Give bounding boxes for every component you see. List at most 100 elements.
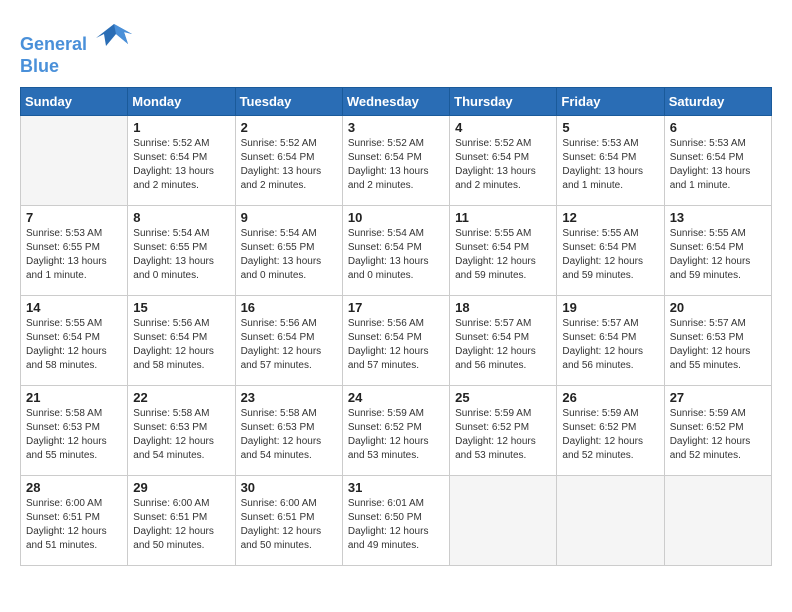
logo-general: General: [20, 34, 87, 54]
daylight-text: Daylight: 12 hours and 52 minutes.: [562, 435, 658, 463]
day-number: 13: [670, 210, 766, 225]
calendar-cell: 31Sunrise: 6:01 AMSunset: 6:50 PMDayligh…: [342, 476, 449, 566]
sunset-text: Sunset: 6:54 PM: [241, 331, 337, 345]
calendar-cell: 12 Sunrise: 5:55 AMSunset: 6:54 PMDayligh…: [557, 206, 664, 296]
daylight-text: Daylight: 12 hours and 54 minutes.: [133, 435, 229, 463]
sunset-text: Sunset: 6:54 PM: [455, 151, 551, 165]
sunset-text: Sunset: 6:55 PM: [241, 241, 337, 255]
sunrise-text: Sunrise: 5:58 AM: [133, 407, 229, 421]
day-number: 28: [26, 480, 122, 495]
day-number: 11: [455, 210, 551, 225]
day-number: 17: [348, 300, 444, 315]
sunrise-text: Sunrise: 5:59 AM: [670, 407, 766, 421]
sunrise-text: Sunrise: 5:59 AM: [455, 407, 551, 421]
week-row-1: 1Sunrise: 5:52 AMSunset: 6:54 PMDaylight…: [21, 116, 772, 206]
daylight-text: Daylight: 13 hours and 2 minutes.: [133, 165, 229, 193]
sunset-text: Sunset: 6:54 PM: [670, 151, 766, 165]
day-info: Sunrise: 5:56 AMSunset: 6:54 PMDaylight:…: [133, 317, 229, 373]
sunset-text: Sunset: 6:53 PM: [241, 421, 337, 435]
sunrise-text: Sunrise: 5:56 AM: [133, 317, 229, 331]
sunset-text: Sunset: 6:54 PM: [670, 241, 766, 255]
sunrise-text: Sunrise: 5:54 AM: [348, 227, 444, 241]
day-info: Sunrise: 5:56 AMSunset: 6:54 PMDaylight:…: [348, 317, 444, 373]
weekday-header-sunday: Sunday: [21, 88, 128, 116]
day-number: 24: [348, 390, 444, 405]
day-info: Sunrise: 5:58 AMSunset: 6:53 PMDaylight:…: [133, 407, 229, 463]
day-number: 20: [670, 300, 766, 315]
sunrise-text: Sunrise: 5:52 AM: [133, 137, 229, 151]
day-info: Sunrise: 5:53 AMSunset: 6:55 PMDaylight:…: [26, 227, 122, 283]
sunset-text: Sunset: 6:54 PM: [348, 331, 444, 345]
sunset-text: Sunset: 6:54 PM: [562, 151, 658, 165]
week-row-3: 14Sunrise: 5:55 AMSunset: 6:54 PMDayligh…: [21, 296, 772, 386]
sunrise-text: Sunrise: 5:55 AM: [455, 227, 551, 241]
daylight-text: Daylight: 12 hours and 57 minutes.: [241, 345, 337, 373]
day-info: Sunrise: 5:53 AMSunset: 6:54 PMDaylight:…: [562, 137, 658, 193]
day-info: Sunrise: 5:54 AMSunset: 6:55 PMDaylight:…: [241, 227, 337, 283]
day-info: Sunrise: 6:00 AMSunset: 6:51 PMDaylight:…: [241, 497, 337, 553]
calendar-cell: 29Sunrise: 6:00 AMSunset: 6:51 PMDayligh…: [128, 476, 235, 566]
day-info: Sunrise: 5:58 AMSunset: 6:53 PMDaylight:…: [26, 407, 122, 463]
calendar-cell: 20 Sunrise: 5:57 AMSunset: 6:53 PMDayligh…: [664, 296, 771, 386]
day-info: Sunrise: 5:57 AMSunset: 6:54 PMDaylight:…: [455, 317, 551, 373]
sunset-text: Sunset: 6:54 PM: [241, 151, 337, 165]
sunset-text: Sunset: 6:51 PM: [26, 511, 122, 525]
calendar-cell: 18Sunrise: 5:57 AMSunset: 6:54 PMDayligh…: [450, 296, 557, 386]
day-number: 26: [562, 390, 658, 405]
calendar-cell: 15 Sunrise: 5:56 AMSunset: 6:54 PMDayligh…: [128, 296, 235, 386]
calendar-cell: 22Sunrise: 5:58 AMSunset: 6:53 PMDayligh…: [128, 386, 235, 476]
day-info: Sunrise: 5:59 AMSunset: 6:52 PMDaylight:…: [562, 407, 658, 463]
day-info: Sunrise: 5:52 AMSunset: 6:54 PMDaylight:…: [348, 137, 444, 193]
calendar-cell: 7Sunrise: 5:53 AMSunset: 6:55 PMDaylight…: [21, 206, 128, 296]
daylight-text: Daylight: 13 hours and 0 minutes.: [133, 255, 229, 283]
daylight-text: Daylight: 12 hours and 56 minutes.: [562, 345, 658, 373]
day-info: Sunrise: 5:55 AMSunset: 6:54 PMDaylight:…: [26, 317, 122, 373]
weekday-header-friday: Friday: [557, 88, 664, 116]
day-info: Sunrise: 5:57 AMSunset: 6:54 PMDaylight:…: [562, 317, 658, 373]
sunrise-text: Sunrise: 6:00 AM: [133, 497, 229, 511]
sunrise-text: Sunrise: 5:55 AM: [26, 317, 122, 331]
sunrise-text: Sunrise: 5:58 AM: [26, 407, 122, 421]
calendar-cell: 17 Sunrise: 5:56 AMSunset: 6:54 PMDayligh…: [342, 296, 449, 386]
daylight-text: Daylight: 12 hours and 50 minutes.: [241, 525, 337, 553]
weekday-header-saturday: Saturday: [664, 88, 771, 116]
calendar-cell: 25Sunrise: 5:59 AMSunset: 6:52 PMDayligh…: [450, 386, 557, 476]
sunrise-text: Sunrise: 6:00 AM: [241, 497, 337, 511]
sunrise-text: Sunrise: 5:56 AM: [241, 317, 337, 331]
sunset-text: Sunset: 6:55 PM: [26, 241, 122, 255]
sunset-text: Sunset: 6:54 PM: [455, 331, 551, 345]
day-number: 15: [133, 300, 229, 315]
day-info: Sunrise: 5:52 AMSunset: 6:54 PMDaylight:…: [241, 137, 337, 193]
day-info: Sunrise: 5:55 AMSunset: 6:54 PMDaylight:…: [455, 227, 551, 283]
day-number: 12: [562, 210, 658, 225]
day-info: Sunrise: 5:57 AMSunset: 6:53 PMDaylight:…: [670, 317, 766, 373]
daylight-text: Daylight: 12 hours and 55 minutes.: [26, 435, 122, 463]
daylight-text: Daylight: 13 hours and 0 minutes.: [241, 255, 337, 283]
sunset-text: Sunset: 6:52 PM: [562, 421, 658, 435]
sunset-text: Sunset: 6:52 PM: [455, 421, 551, 435]
sunset-text: Sunset: 6:53 PM: [133, 421, 229, 435]
sunrise-text: Sunrise: 5:53 AM: [26, 227, 122, 241]
sunset-text: Sunset: 6:54 PM: [455, 241, 551, 255]
logo: General Blue: [20, 20, 132, 77]
day-info: Sunrise: 5:55 AMSunset: 6:54 PMDaylight:…: [562, 227, 658, 283]
day-number: 27: [670, 390, 766, 405]
day-number: 31: [348, 480, 444, 495]
calendar-cell: 26 Sunrise: 5:59 AMSunset: 6:52 PMDayligh…: [557, 386, 664, 476]
logo-text: General: [20, 20, 132, 56]
day-number: 19: [562, 300, 658, 315]
calendar-table: SundayMondayTuesdayWednesdayThursdayFrid…: [20, 87, 772, 566]
day-info: Sunrise: 5:54 AMSunset: 6:55 PMDaylight:…: [133, 227, 229, 283]
daylight-text: Daylight: 12 hours and 57 minutes.: [348, 345, 444, 373]
sunset-text: Sunset: 6:51 PM: [133, 511, 229, 525]
day-number: 5: [562, 120, 658, 135]
day-info: Sunrise: 5:55 AMSunset: 6:54 PMDaylight:…: [670, 227, 766, 283]
calendar-cell: 21Sunrise: 5:58 AMSunset: 6:53 PMDayligh…: [21, 386, 128, 476]
daylight-text: Daylight: 12 hours and 52 minutes.: [670, 435, 766, 463]
day-number: 8: [133, 210, 229, 225]
sunrise-text: Sunrise: 5:57 AM: [562, 317, 658, 331]
daylight-text: Daylight: 13 hours and 2 minutes.: [455, 165, 551, 193]
daylight-text: Daylight: 13 hours and 1 minute.: [26, 255, 122, 283]
calendar-cell: 3Sunrise: 5:52 AMSunset: 6:54 PMDaylight…: [342, 116, 449, 206]
sunrise-text: Sunrise: 6:01 AM: [348, 497, 444, 511]
